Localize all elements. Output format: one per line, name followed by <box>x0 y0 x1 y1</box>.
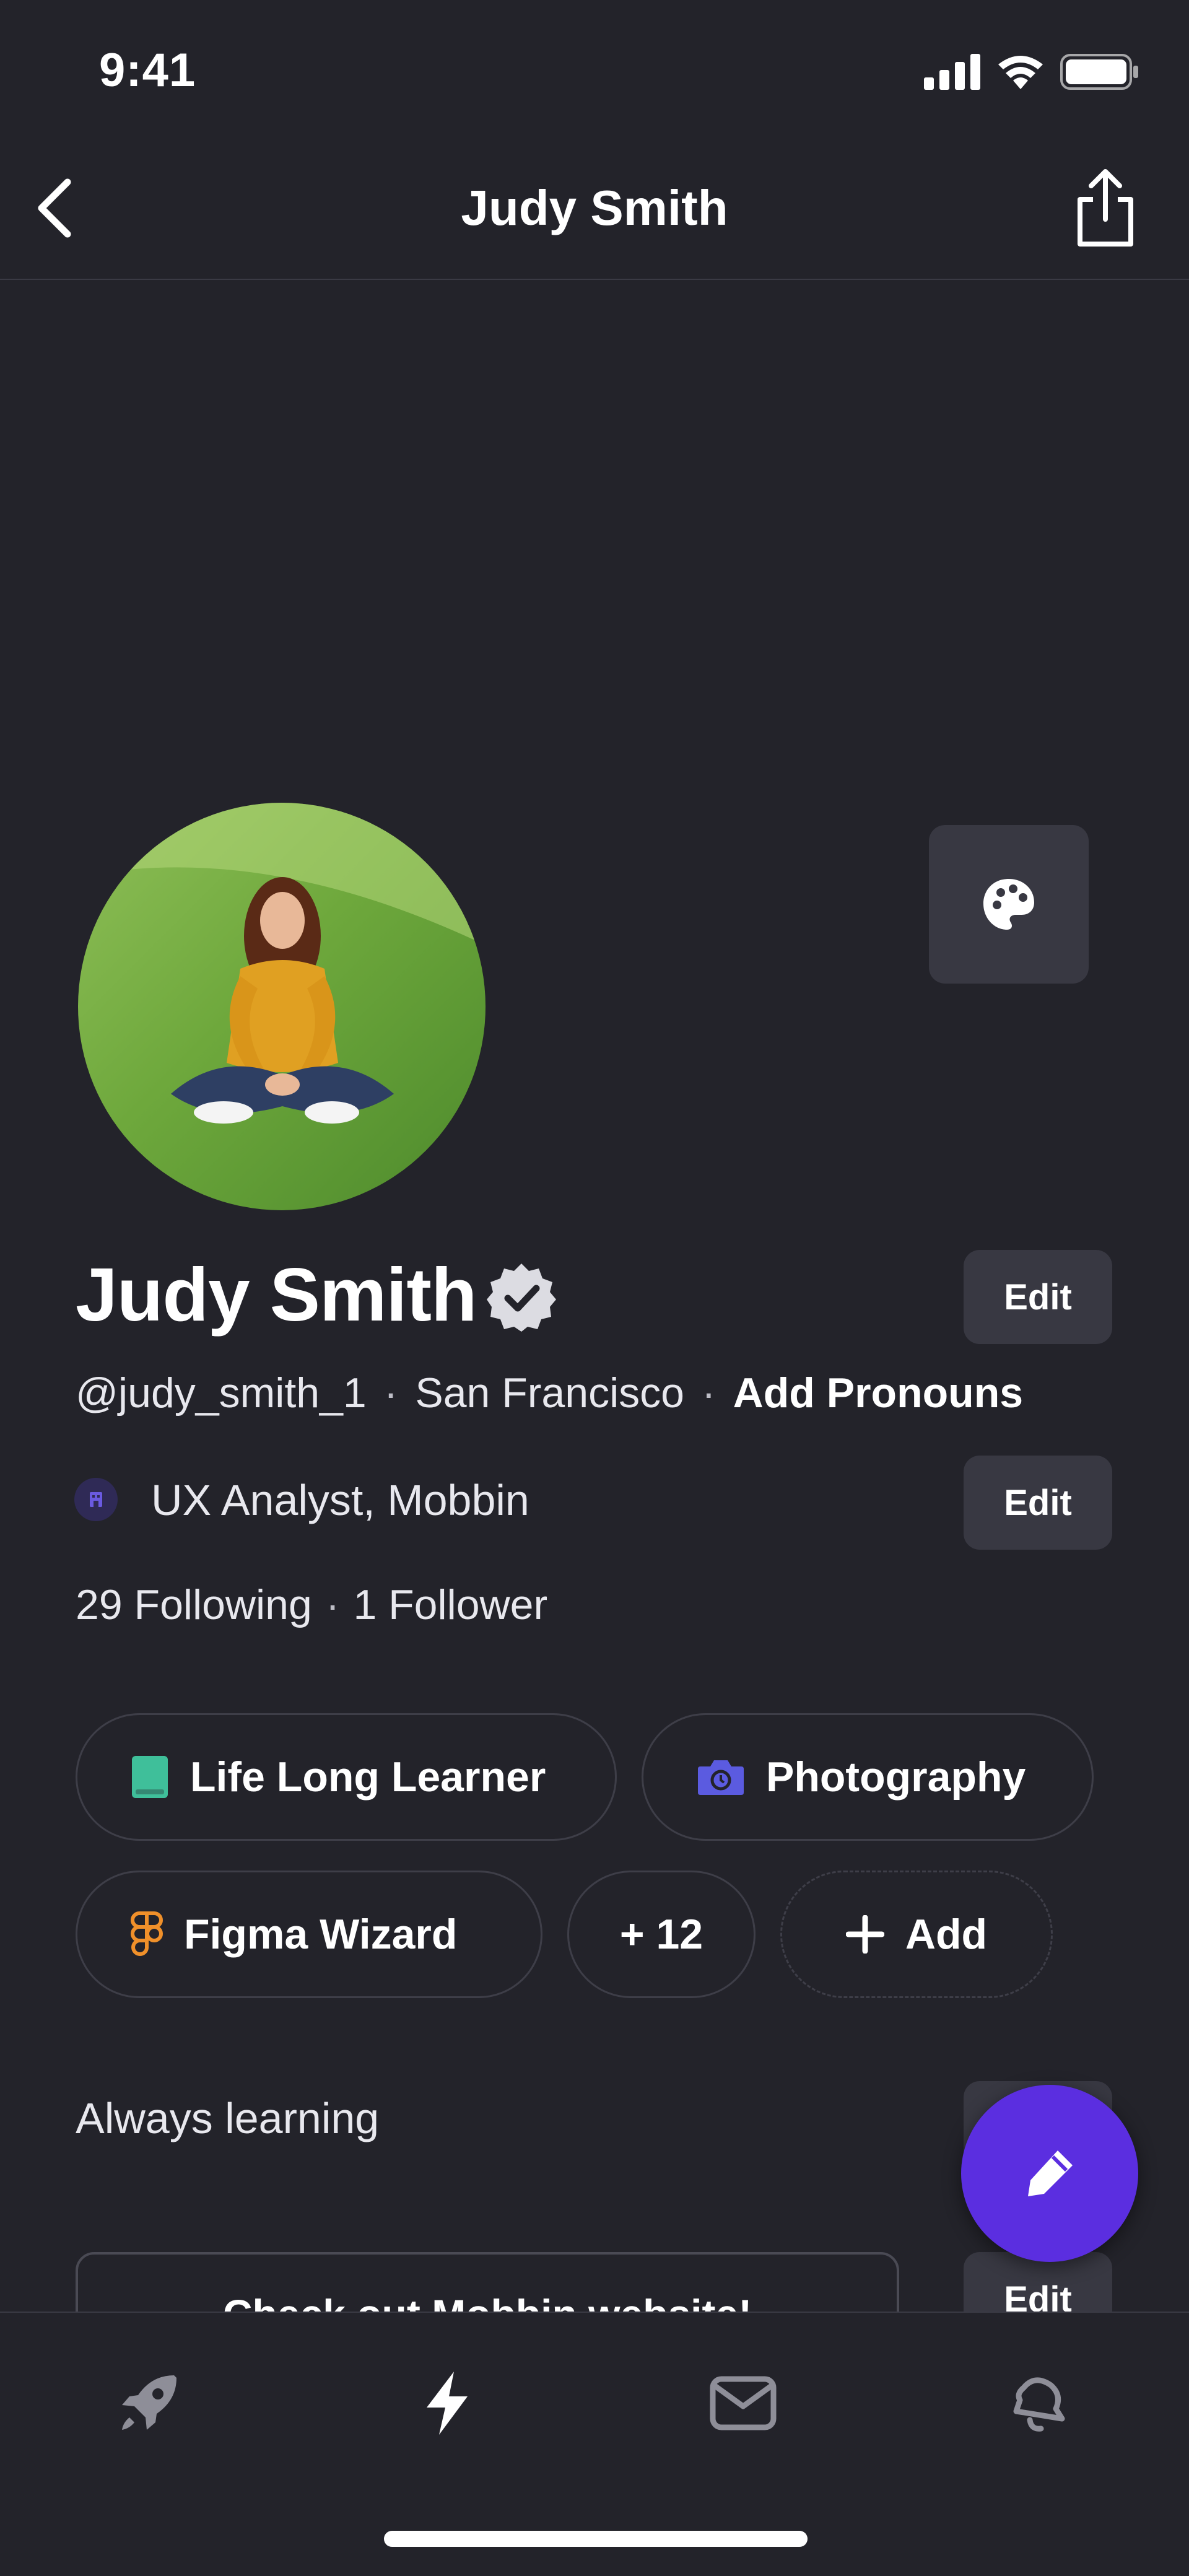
add-interest-chip[interactable]: Add <box>780 1871 1053 1998</box>
palette-icon <box>983 879 1034 930</box>
separator: · <box>383 1369 398 1417</box>
interest-chip-photography[interactable]: Photography <box>642 1713 1094 1841</box>
verified-badge-icon <box>486 1261 557 1333</box>
interest-chip-learner[interactable]: Life Long Learner <box>76 1713 617 1841</box>
theme-palette-button[interactable] <box>929 825 1089 984</box>
rocket-icon <box>122 2375 176 2430</box>
chip-label: Figma Wizard <box>184 1911 458 1958</box>
profile-avatar[interactable] <box>78 803 486 1210</box>
status-icons <box>924 53 1139 90</box>
company-logo-icon <box>74 1478 118 1521</box>
chip-label: Life Long Learner <box>190 1753 546 1801</box>
battery-icon <box>1060 54 1138 90</box>
edit-job-button[interactable]: Edit <box>964 1456 1112 1550</box>
profile-meta: @judy_smith_1 · San Francisco · Add Pronouns <box>76 1369 1023 1417</box>
follow-stats: 29 Following · 1 Follower <box>76 1581 547 1629</box>
tab-messages[interactable] <box>694 2354 793 2453</box>
add-pronouns-link[interactable]: Add Pronouns <box>733 1369 1023 1417</box>
figma-icon <box>131 1911 163 1956</box>
edit-name-button[interactable]: Edit <box>964 1250 1112 1344</box>
separator: · <box>702 1369 716 1417</box>
home-indicator[interactable] <box>384 2531 808 2547</box>
interest-chip-figma[interactable]: Figma Wizard <box>76 1871 542 1998</box>
more-interests-chip[interactable]: + 12 <box>567 1871 756 1998</box>
page-title: Judy Smith <box>461 180 728 235</box>
chip-label: Add <box>905 1911 988 1958</box>
chip-label: Photography <box>766 1753 1026 1801</box>
status-time: 9:41 <box>99 44 196 97</box>
profile-location: San Francisco <box>415 1369 684 1417</box>
wifi-icon <box>998 56 1043 89</box>
tab-notifications[interactable] <box>987 2354 1086 2453</box>
chip-label: + 12 <box>619 1911 703 1958</box>
followers-count[interactable]: 1 Follower <box>353 1581 547 1628</box>
share-icon <box>1078 169 1133 247</box>
plus-icon <box>845 1915 884 1954</box>
avatar-photo <box>78 803 486 1210</box>
mail-icon <box>710 2376 777 2430</box>
profile-handle: @judy_smith_1 <box>76 1369 367 1417</box>
bell-icon <box>1013 2377 1065 2432</box>
share-button[interactable] <box>1065 167 1146 248</box>
separator: · <box>325 1581 340 1628</box>
compose-fab-button[interactable] <box>961 2085 1138 2262</box>
lightning-icon <box>427 2372 468 2435</box>
profile-name: Judy Smith <box>76 1252 477 1337</box>
signal-icon <box>924 54 980 90</box>
tab-activity[interactable] <box>398 2354 497 2453</box>
tab-explore[interactable] <box>99 2354 198 2453</box>
job-title: UX Analyst, Mobbin <box>151 1476 529 1524</box>
profile-bio: Always learning <box>76 2094 380 2142</box>
following-count[interactable]: 29 Following <box>76 1581 312 1628</box>
book-icon <box>132 1756 168 1798</box>
camera-icon <box>698 1760 744 1795</box>
pen-icon <box>1028 2150 1073 2196</box>
